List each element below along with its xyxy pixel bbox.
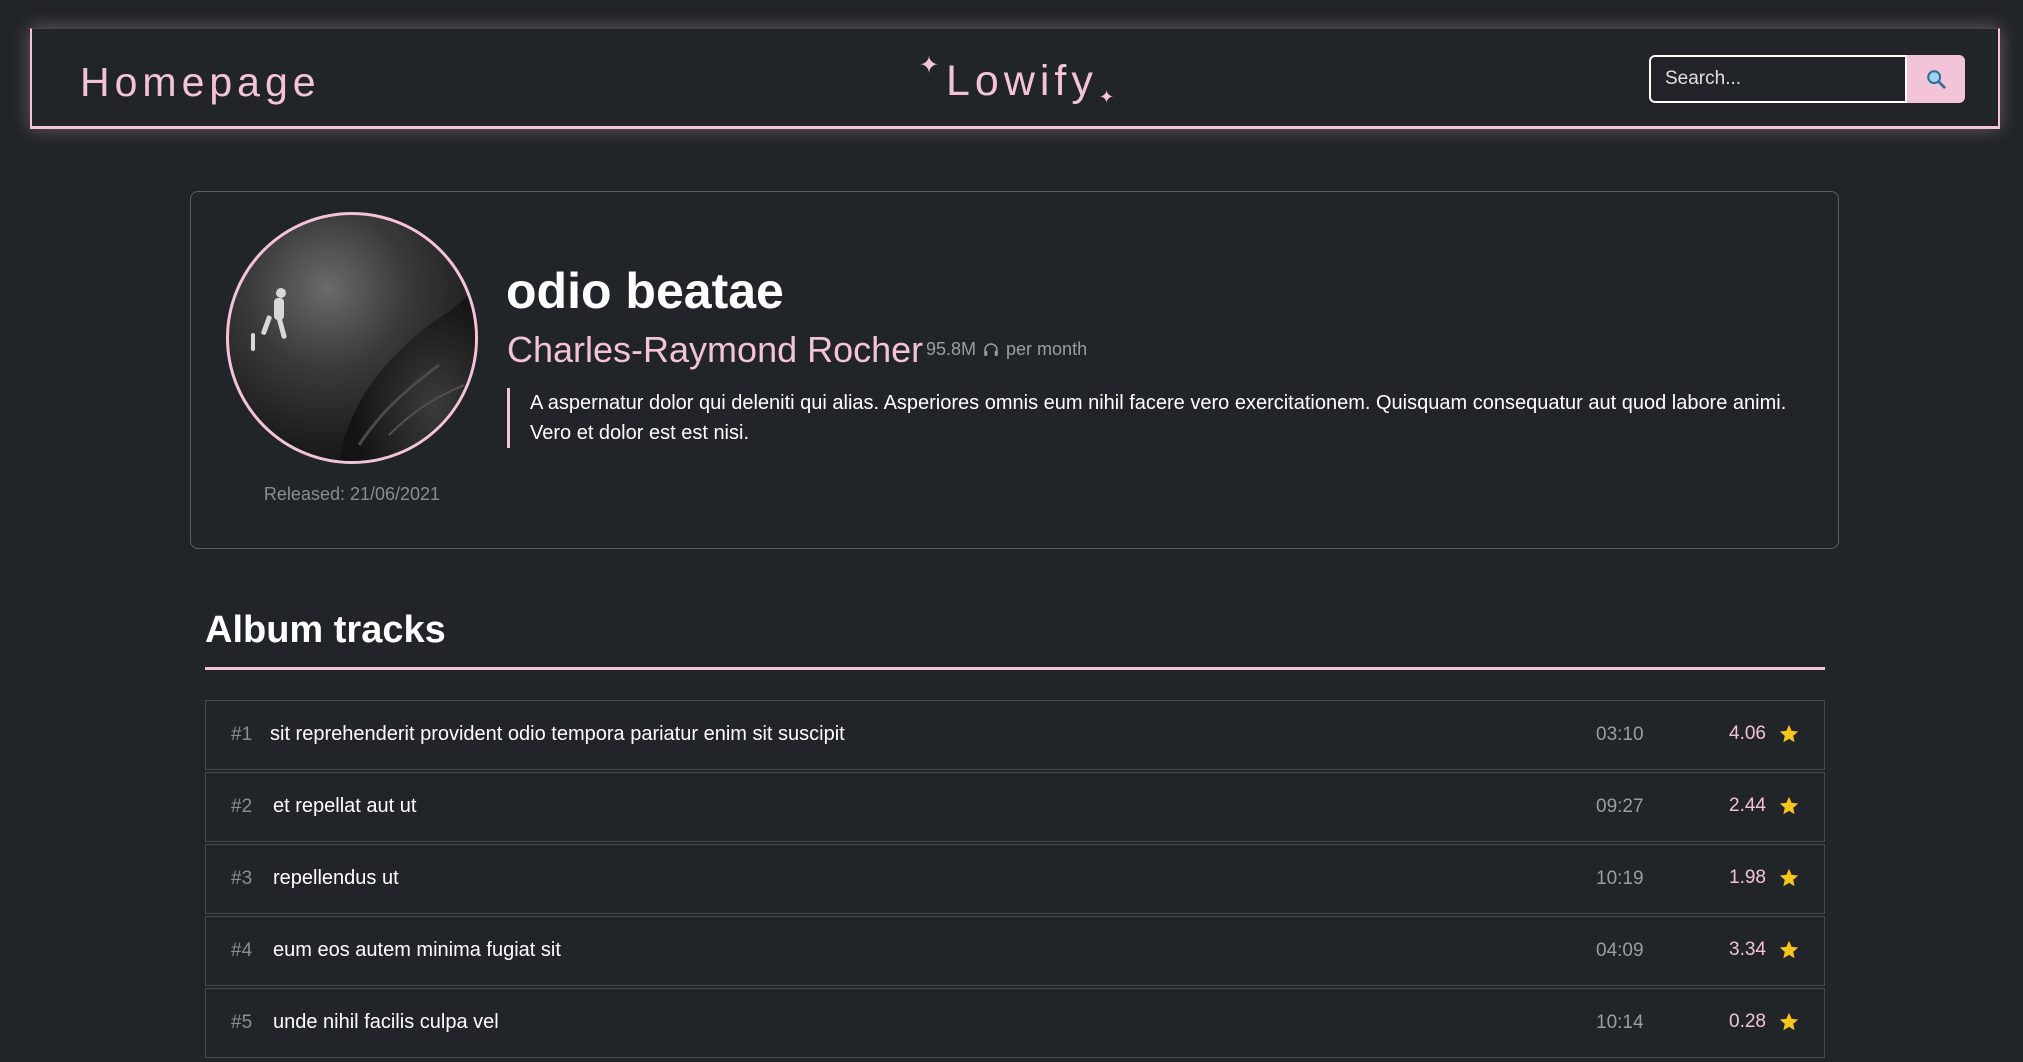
track-duration: 10:19 <box>1596 868 1644 889</box>
brand-logo: Lowify <box>946 57 1098 105</box>
star-icon <box>1779 796 1799 815</box>
homepage-link[interactable]: Homepage <box>80 59 321 106</box>
track-title: eum eos autem minima fugiat sit <box>273 939 561 961</box>
track-number: #3 <box>231 868 253 889</box>
sparkle-icon: ✦ <box>1099 87 1115 107</box>
track-rating: 4.06 <box>1729 723 1766 744</box>
star-icon <box>1779 1012 1799 1031</box>
track-row[interactable]: #3 repellendus ut 10:19 1.98 <box>205 844 1825 914</box>
track-number: #5 <box>231 1012 253 1033</box>
star-icon <box>1779 724 1799 743</box>
album-cover-image <box>226 212 478 464</box>
star-icon <box>1779 868 1799 887</box>
track-number: #2 <box>231 796 253 817</box>
top-navbar: Homepage ✦ Lowify ✦ <box>30 28 2000 129</box>
monthly-listeners: 95.8M per month <box>926 339 1087 360</box>
album-description: A aspernatur dolor qui deleniti qui alia… <box>507 388 1790 448</box>
artist-link[interactable]: Charles-Raymond Rocher <box>507 329 923 371</box>
track-number: #4 <box>231 940 253 961</box>
track-row[interactable]: #2 et repellat aut ut 09:27 2.44 <box>205 772 1825 842</box>
search-form <box>1649 55 1965 103</box>
search-button[interactable] <box>1907 55 1965 103</box>
star-icon <box>1779 940 1799 959</box>
track-duration: 03:10 <box>1596 724 1644 745</box>
release-date: Released: 21/06/2021 <box>263 484 441 504</box>
album-tracks-heading: Album tracks <box>205 609 446 651</box>
track-title: sit reprehenderit provident odio tempora… <box>270 723 845 745</box>
album-card: Released: 21/06/2021 odio beatae Charles… <box>190 191 1839 549</box>
listeners-count: 95.8M <box>926 339 977 359</box>
track-list: #1 sit reprehenderit provident odio temp… <box>205 700 1825 1060</box>
track-title: et repellat aut ut <box>273 795 417 817</box>
track-row[interactable]: #1 sit reprehenderit provident odio temp… <box>205 700 1825 770</box>
track-duration: 10:14 <box>1596 1012 1644 1033</box>
search-input[interactable] <box>1649 55 1907 103</box>
track-rating: 1.98 <box>1729 867 1766 888</box>
sparkle-icon: ✦ <box>919 52 940 79</box>
track-rating: 3.34 <box>1729 939 1766 960</box>
album-title: odio beatae <box>506 263 784 319</box>
search-icon <box>1927 70 1946 89</box>
track-number: #1 <box>231 724 253 745</box>
track-duration: 09:27 <box>1596 796 1644 817</box>
section-divider <box>205 667 1825 670</box>
listeners-suffix: per month <box>1006 339 1088 359</box>
track-rating: 0.28 <box>1729 1011 1766 1032</box>
track-duration: 04:09 <box>1596 940 1644 961</box>
headphones-icon <box>984 342 998 356</box>
track-row[interactable]: #4 eum eos autem minima fugiat sit 04:09… <box>205 916 1825 986</box>
track-row[interactable]: #5 unde nihil facilis culpa vel 10:14 0.… <box>205 988 1825 1058</box>
track-title: unde nihil facilis culpa vel <box>273 1011 499 1033</box>
track-rating: 2.44 <box>1729 795 1766 816</box>
track-title: repellendus ut <box>273 867 399 889</box>
